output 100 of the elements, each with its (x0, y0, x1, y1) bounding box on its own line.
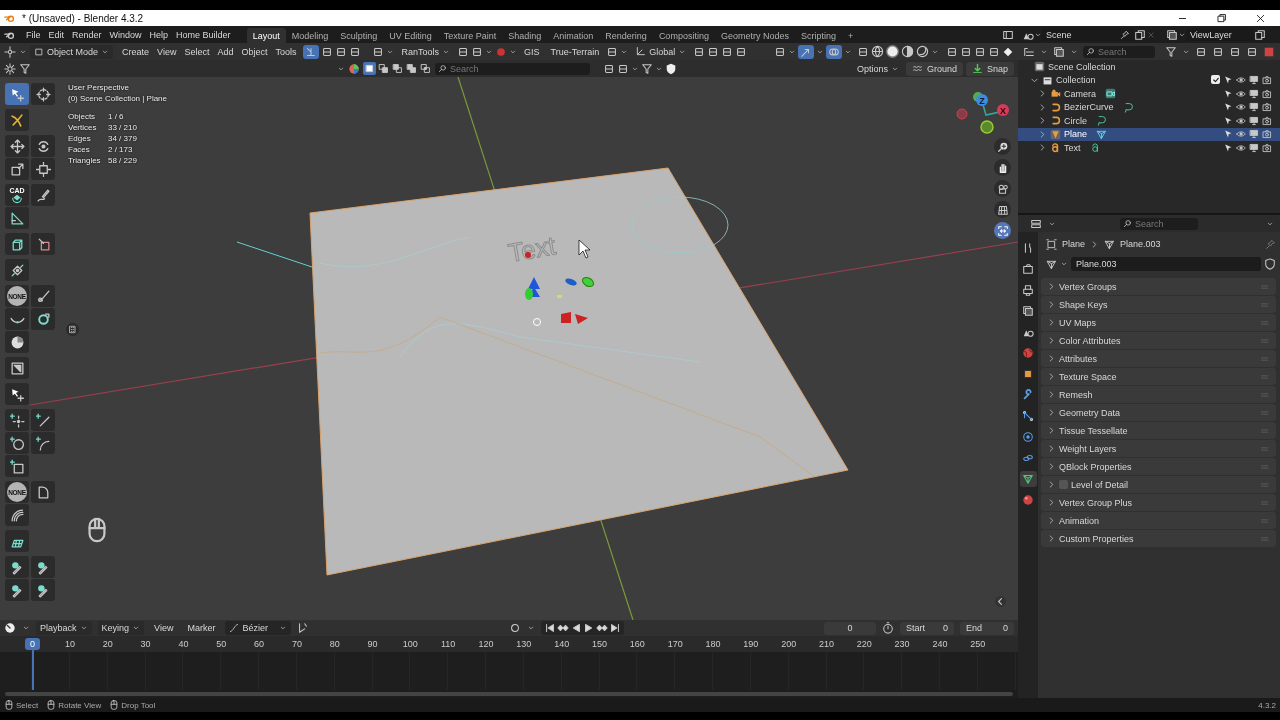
current-frame-marker[interactable]: 0 (25, 638, 40, 650)
menu-dropdown[interactable]: Keying (97, 621, 145, 635)
panel-title: Level of Detail (1071, 479, 1129, 490)
workspace-tab[interactable]: Animation (547, 28, 600, 43)
panel-title: Geometry Data (1059, 407, 1121, 418)
menu-item[interactable]: Help (145, 29, 173, 40)
menu-item[interactable]: View (153, 46, 181, 57)
start-frame-field[interactable]: Start 0 (900, 621, 954, 635)
panel-title: UV Maps (1059, 317, 1096, 328)
panel-header[interactable]: Tissue Tessellate (1041, 422, 1276, 439)
search-field[interactable]: Search (1083, 45, 1155, 58)
stat-label: Objects (68, 111, 97, 122)
outliner-row[interactable]: Scene Collection (1018, 60, 1280, 74)
menu-item[interactable]: View (150, 623, 178, 633)
panel-title: Tissue Tessellate (1059, 425, 1128, 436)
panel-header[interactable]: Vertex Group Plus (1041, 494, 1276, 511)
stat-label: Triangles (68, 155, 102, 166)
menu-item[interactable]: Home Builder (172, 29, 235, 40)
view-layer-field[interactable]: ViewLayer (1186, 28, 1254, 41)
outliner-row[interactable]: BezierCurve (1018, 100, 1280, 114)
workspace-tab[interactable]: Texture Paint (437, 28, 503, 43)
outliner-row[interactable]: Text (1018, 141, 1280, 155)
panel-header[interactable]: Vertex Groups (1041, 278, 1276, 295)
outliner-row[interactable]: Collection (1018, 73, 1280, 87)
menu-item[interactable]: Tools (271, 46, 301, 57)
stat-label: Faces (68, 144, 91, 155)
workspace-tab[interactable]: UV Editing (383, 28, 438, 43)
window-title: * (Unsaved) - Blender 4.3.2 (22, 12, 144, 24)
search-field[interactable]: Search (1120, 217, 1198, 230)
menu-item[interactable]: Object (237, 46, 272, 57)
menu-item[interactable]: Marker (183, 623, 220, 633)
add-workspace-button[interactable]: + (841, 28, 860, 43)
axis-gizmo[interactable]: Z X (950, 87, 1010, 135)
data-block-field[interactable]: Plane.003 (1071, 257, 1261, 271)
panel-title: Remesh (1059, 389, 1093, 400)
mode-dropdown[interactable]: Object Mode (30, 44, 114, 59)
workspace-tab[interactable]: Modeling (285, 28, 335, 43)
menu-item[interactable]: Create (118, 46, 154, 57)
panel-header[interactable]: Weight Layers (1041, 440, 1276, 457)
addon-button[interactable]: True-Terrain (546, 46, 604, 57)
panel-header[interactable]: Animation (1041, 512, 1276, 529)
panel-title: Shape Keys (1059, 299, 1108, 310)
breadcrumb-item: Plane.003 (1120, 239, 1161, 249)
end-frame-field[interactable]: End 0 (960, 621, 1014, 635)
panel-header[interactable]: Shape Keys (1041, 296, 1276, 313)
panel-header[interactable]: Custom Properties (1041, 530, 1276, 547)
outliner-row[interactable]: Camera (1018, 87, 1280, 101)
panel-header[interactable]: Geometry Data (1041, 404, 1276, 421)
panel-title: Animation (1059, 515, 1100, 526)
scene-field[interactable]: Scene (1042, 28, 1134, 41)
frame-number: 130 (515, 639, 533, 649)
panel-header[interactable]: Color Attributes (1041, 332, 1276, 349)
outliner-row[interactable]: Plane (1018, 127, 1280, 141)
panel-header[interactable]: QBlock Properties (1041, 458, 1276, 475)
workspace-tab[interactable]: Compositing (652, 28, 715, 43)
frame-number: 190 (742, 639, 760, 649)
frame-number: 70 (290, 639, 303, 649)
frame-number: 60 (253, 639, 266, 649)
menu-item[interactable]: Edit (44, 29, 69, 40)
panel-header[interactable]: UV Maps (1041, 314, 1276, 331)
workspace-tab[interactable]: Shading (502, 28, 548, 43)
interpolation-dropdown[interactable]: Bézier (225, 621, 292, 635)
field-label: Start (906, 623, 925, 633)
menu-item[interactable]: Render (68, 29, 106, 40)
addon-button[interactable]: GIS (520, 46, 544, 57)
menu-dropdown[interactable]: Playback (36, 621, 92, 635)
workspace-tab[interactable]: Layout (246, 28, 286, 43)
snap-button[interactable]: Snap (965, 61, 1014, 76)
panel-header[interactable]: Attributes (1041, 350, 1276, 367)
stat-value: 34 / 379 (108, 133, 138, 144)
menu-item[interactable]: Add (213, 46, 238, 57)
panel-title: Vertex Groups (1059, 281, 1117, 292)
workspace-tab[interactable]: Sculpting (334, 28, 384, 43)
outliner-row[interactable]: Circle (1018, 114, 1280, 128)
orientation-dropdown[interactable]: Global (631, 44, 691, 59)
workspace-tab[interactable]: Geometry Nodes (714, 28, 795, 43)
stat-value: 58 / 229 (108, 155, 138, 166)
workspace-tab[interactable]: Rendering (599, 28, 653, 43)
panel-title: Vertex Group Plus (1059, 497, 1133, 508)
panel-header[interactable]: Remesh (1041, 386, 1276, 403)
panel-title: QBlock Properties (1059, 461, 1132, 472)
current-frame-field[interactable]: 0 (824, 621, 876, 635)
workspace-tab[interactable]: Scripting (794, 28, 842, 43)
outliner-label: BezierCurve (1064, 102, 1114, 113)
panel-title: Texture Space (1059, 371, 1117, 382)
menu-item[interactable]: Select (180, 46, 214, 57)
panel-header[interactable]: Level of Detail (1041, 476, 1276, 493)
frame-number: 200 (780, 639, 798, 649)
options-dropdown[interactable]: Options (852, 61, 903, 76)
search-field[interactable]: Search (435, 62, 590, 75)
panel-header[interactable]: Texture Space (1041, 368, 1276, 385)
menu-item[interactable]: File (22, 29, 45, 40)
frame-number: 220 (855, 639, 873, 649)
panel-title: Color Attributes (1059, 335, 1121, 346)
frame-number: 50 (215, 639, 228, 649)
addon-dropdown[interactable]: RanTools (397, 44, 454, 59)
axis-label: X (1000, 105, 1006, 116)
menu-item[interactable]: Window (105, 29, 146, 40)
ground-button[interactable]: Ground (905, 61, 963, 76)
frame-number: 240 (931, 639, 949, 649)
